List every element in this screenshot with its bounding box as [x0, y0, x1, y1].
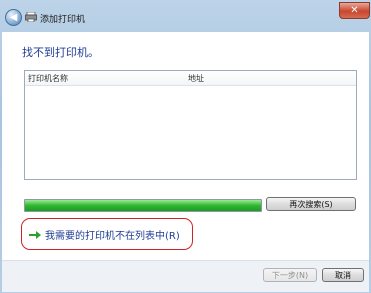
window-title: 添加打印机	[40, 15, 86, 25]
back-button[interactable]: ◀	[5, 9, 22, 26]
search-again-button[interactable]: 再次搜索(S)	[266, 197, 356, 211]
green-arrow-icon	[29, 230, 41, 239]
page-title: 找不到打印机。	[22, 46, 99, 59]
printer-not-listed-label: 我需要的打印机不在列表中(R)	[45, 231, 180, 242]
printer-icon	[25, 12, 37, 22]
cancel-button[interactable]: 取消	[322, 268, 364, 282]
printer-list[interactable]: 打印机名称 地址	[24, 70, 357, 180]
dialog-window: ◀ 添加打印机 ✕ 找不到打印机。 打印机名称 地址 再次搜索(S) 我需要的打…	[0, 0, 371, 293]
close-button[interactable]: ✕	[339, 2, 370, 19]
search-progress-bar	[24, 199, 262, 212]
printer-not-listed-link[interactable]: 我需要的打印机不在列表中(R)	[29, 227, 180, 242]
list-header: 打印机名称 地址	[25, 71, 356, 86]
column-header-printer-name[interactable]: 打印机名称	[28, 73, 68, 84]
title-bar: ◀ 添加打印机 ✕	[0, 0, 371, 30]
close-icon: ✕	[350, 5, 359, 16]
next-button[interactable]: 下一步(N)	[263, 268, 317, 282]
column-header-address[interactable]: 地址	[188, 73, 204, 84]
back-arrow-icon: ◀	[9, 11, 18, 23]
progress-fill	[25, 200, 261, 211]
